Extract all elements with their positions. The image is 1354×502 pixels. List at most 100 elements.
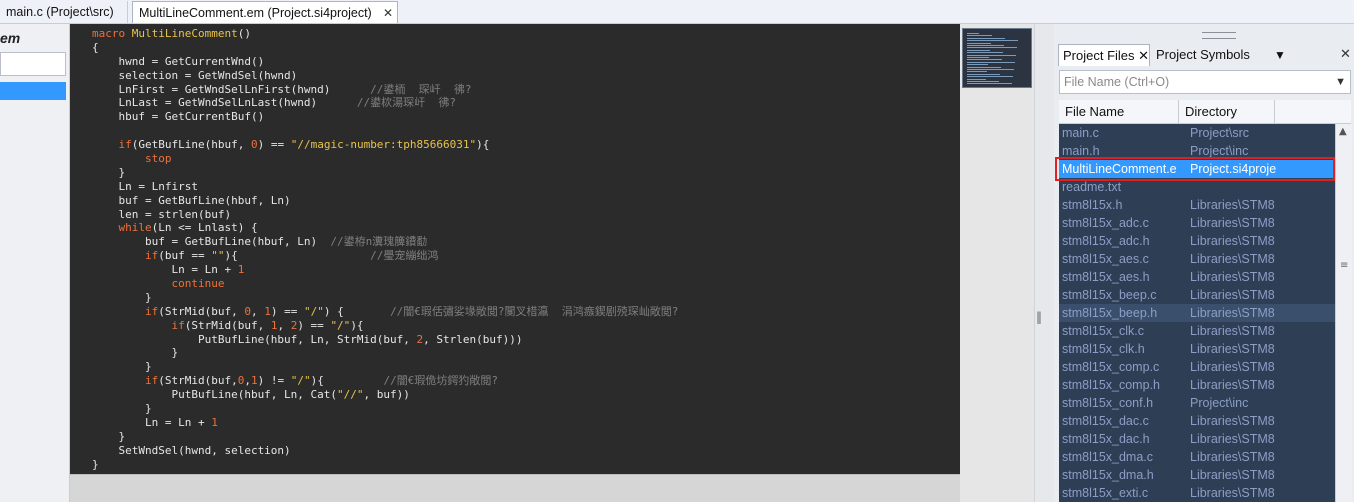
file-directory-cell: Project\inc [1190, 396, 1249, 410]
file-list-row[interactable]: main.c Project\src [1059, 124, 1335, 142]
code-token: (StrMid(buf, [158, 374, 238, 388]
file-directory-cell: Libraries\STM8 [1190, 342, 1275, 356]
file-name-cell: stm8l15x_aes.h [1062, 270, 1150, 284]
file-list-row[interactable]: stm8l15x_aes.c Libraries\STM8 [1059, 250, 1335, 268]
file-list-row[interactable]: stm8l15x_adc.c Libraries\STM8 [1059, 214, 1335, 232]
code-token: , [244, 374, 251, 388]
file-list-row[interactable]: stm8l15x.h Libraries\STM8 [1059, 196, 1335, 214]
file-directory-cell: Libraries\STM8 [1190, 468, 1275, 482]
file-list-row[interactable]: stm8l15x_beep.h Libraries\STM8 [1059, 304, 1335, 322]
symbol-search-input[interactable] [0, 52, 66, 76]
file-list-row[interactable]: stm8l15x_dma.c Libraries\STM8 [1059, 448, 1335, 466]
code-token: ){ [350, 318, 364, 332]
file-name-cell: stm8l15x_conf.h [1062, 396, 1154, 410]
code-token: (buf == [158, 249, 212, 263]
file-list-row[interactable]: stm8l15x_dma.h Libraries\STM8 [1059, 466, 1335, 484]
chevron-down-icon[interactable]: ▼ [1335, 71, 1346, 93]
code-token: , [250, 304, 265, 318]
code-line: if(StrMid(buf,0,1) != "/"){ //闇€瑕佹坊鍔犳敞閲? [92, 374, 678, 388]
file-name-filter-input[interactable]: File Name (Ctrl+O) ▼ [1059, 70, 1351, 94]
file-directory-cell: Libraries\STM8 [1190, 234, 1275, 248]
column-header-directory[interactable]: Directory [1179, 100, 1275, 124]
minimap-line [967, 47, 1017, 49]
project-panel-tabs: Project Files ✕ Project Symbols ▼ ✕ [1058, 44, 1351, 66]
code-token: "/" [290, 374, 311, 388]
file-list-row[interactable]: stm8l15x_adc.h Libraries\STM8 [1059, 232, 1335, 250]
code-line: LnLast = GetWndSelLnLast(hwnd) //鍙栨湯琛屽 彿… [92, 96, 678, 110]
code-token: hwnd = GetCurrentWnd() [92, 54, 265, 68]
code-token: PutBufLine(hbuf, Ln, StrMid(buf, [92, 332, 417, 346]
file-name-cell: stm8l15x.h [1062, 198, 1123, 212]
code-token: ){ [476, 138, 490, 152]
code-token: buf = GetBufLine(hbuf, Ln) [92, 235, 331, 249]
panel-drag-grip-icon[interactable] [1202, 32, 1236, 39]
file-name-cell: stm8l15x_dma.c [1062, 450, 1154, 464]
selected-symbol-row[interactable] [0, 82, 66, 100]
scroll-up-icon[interactable]: ▲ [1339, 126, 1347, 137]
code-token: MultiLineComment [131, 27, 238, 40]
file-list-row[interactable]: stm8l15x_clk.h Libraries\STM8 [1059, 340, 1335, 358]
file-list-row[interactable]: stm8l15x_conf.h Project\inc [1059, 394, 1335, 412]
close-icon[interactable]: ✕ [1340, 44, 1351, 66]
filter-placeholder: File Name (Ctrl+O) [1064, 75, 1170, 89]
code-token: (Ln <= Lnlast) { [151, 221, 258, 235]
code-line: hwnd = GetCurrentWnd() [92, 55, 678, 69]
minimap-line [967, 59, 1002, 61]
minimap-line [967, 40, 1018, 42]
file-name-cell: stm8l15x_exti.c [1062, 486, 1149, 500]
splitter-grip-icon[interactable]: ‖ [1036, 310, 1042, 324]
code-text: macro MultiLineComment(){ hwnd = GetCurr… [92, 27, 678, 472]
code-token: //鍙栭 琛屽 彿? [370, 82, 472, 96]
tab-project-symbols[interactable]: Project Symbols [1152, 44, 1268, 66]
code-token: "//magic-number:tph85666031" [290, 138, 477, 152]
code-token: ) != [257, 374, 291, 388]
code-overview-minimap[interactable] [962, 28, 1032, 88]
file-name-cell: stm8l15x_clk.h [1062, 342, 1145, 356]
code-line: macro MultiLineComment() [92, 27, 678, 41]
code-token: 1 [211, 415, 218, 429]
tab-project-files[interactable]: Project Files ✕ [1058, 44, 1150, 66]
code-token: LnFirst = GetWndSelLnFirst(hwnd) [92, 82, 371, 96]
minimap-line [967, 33, 979, 34]
code-line: } [92, 166, 678, 180]
code-line: selection = GetWndSel(hwnd) [92, 69, 678, 83]
tab-main-c[interactable]: main.c (Project\src) [0, 1, 128, 23]
file-name-cell: stm8l15x_dma.h [1062, 468, 1154, 482]
file-list-row[interactable]: stm8l15x_dac.h Libraries\STM8 [1059, 430, 1335, 448]
code-token: PutBufLine(hbuf, Ln, Cat( [92, 388, 338, 402]
file-list-row[interactable]: stm8l15x_comp.h Libraries\STM8 [1059, 376, 1335, 394]
code-token: "//" [337, 388, 364, 402]
file-list-row[interactable]: stm8l15x_comp.c Libraries\STM8 [1059, 358, 1335, 376]
code-token: (GetBufLine(hbuf, [131, 138, 251, 152]
minimap-line [967, 57, 989, 58]
file-directory-cell: Libraries\STM8 [1190, 432, 1275, 446]
symbol-window-title: em [0, 30, 21, 46]
file-list-row[interactable]: stm8l15x_aes.h Libraries\STM8 [1059, 268, 1335, 286]
code-line: if(GetBufLine(hbuf, 0) == "//magic-numbe… [92, 138, 678, 152]
scroll-thumb-grip-icon[interactable]: ≡ [1340, 260, 1348, 271]
file-list-scrollbar[interactable]: ▲ ≡ [1335, 124, 1352, 502]
code-line: buf = GetBufLine(hbuf, Ln) [92, 194, 678, 208]
code-editor[interactable]: macro MultiLineComment(){ hwnd = GetCurr… [92, 24, 960, 474]
file-directory-cell: Libraries\STM8 [1190, 324, 1275, 338]
tab-label: main.c (Project\src) [6, 5, 114, 19]
code-token: LnLast = GetWndSelLnLast(hwnd) [92, 96, 357, 110]
close-icon[interactable]: ✕ [383, 2, 393, 24]
code-line: if(StrMid(buf, 1, 2) == "/"){ [92, 319, 678, 333]
code-token: ){ [224, 249, 371, 263]
code-token: (StrMid(buf, [158, 304, 245, 318]
file-list-row[interactable]: stm8l15x_dac.c Libraries\STM8 [1059, 412, 1335, 430]
code-line: continue [92, 277, 678, 291]
code-token: //鍙栫n瀵瑰簲鐨勫 [330, 235, 428, 249]
tab-multilinecomment-em[interactable]: MultiLineComment.em (Project.si4project)… [132, 1, 398, 23]
column-header-file-name[interactable]: File Name [1059, 100, 1179, 124]
minimap-line [967, 78, 986, 80]
code-token: } [92, 360, 152, 374]
file-list-row[interactable]: stm8l15x_clk.c Libraries\STM8 [1059, 322, 1335, 340]
chevron-down-icon[interactable]: ▼ [1270, 44, 1288, 66]
pane-splitter[interactable] [1034, 24, 1054, 502]
editor-tab-bar: main.c (Project\src) MultiLineComment.em… [0, 0, 1354, 24]
file-list-row[interactable]: stm8l15x_exti.c Libraries\STM8 [1059, 484, 1335, 502]
code-token: "" [211, 249, 225, 263]
file-list-row[interactable]: stm8l15x_beep.c Libraries\STM8 [1059, 286, 1335, 304]
